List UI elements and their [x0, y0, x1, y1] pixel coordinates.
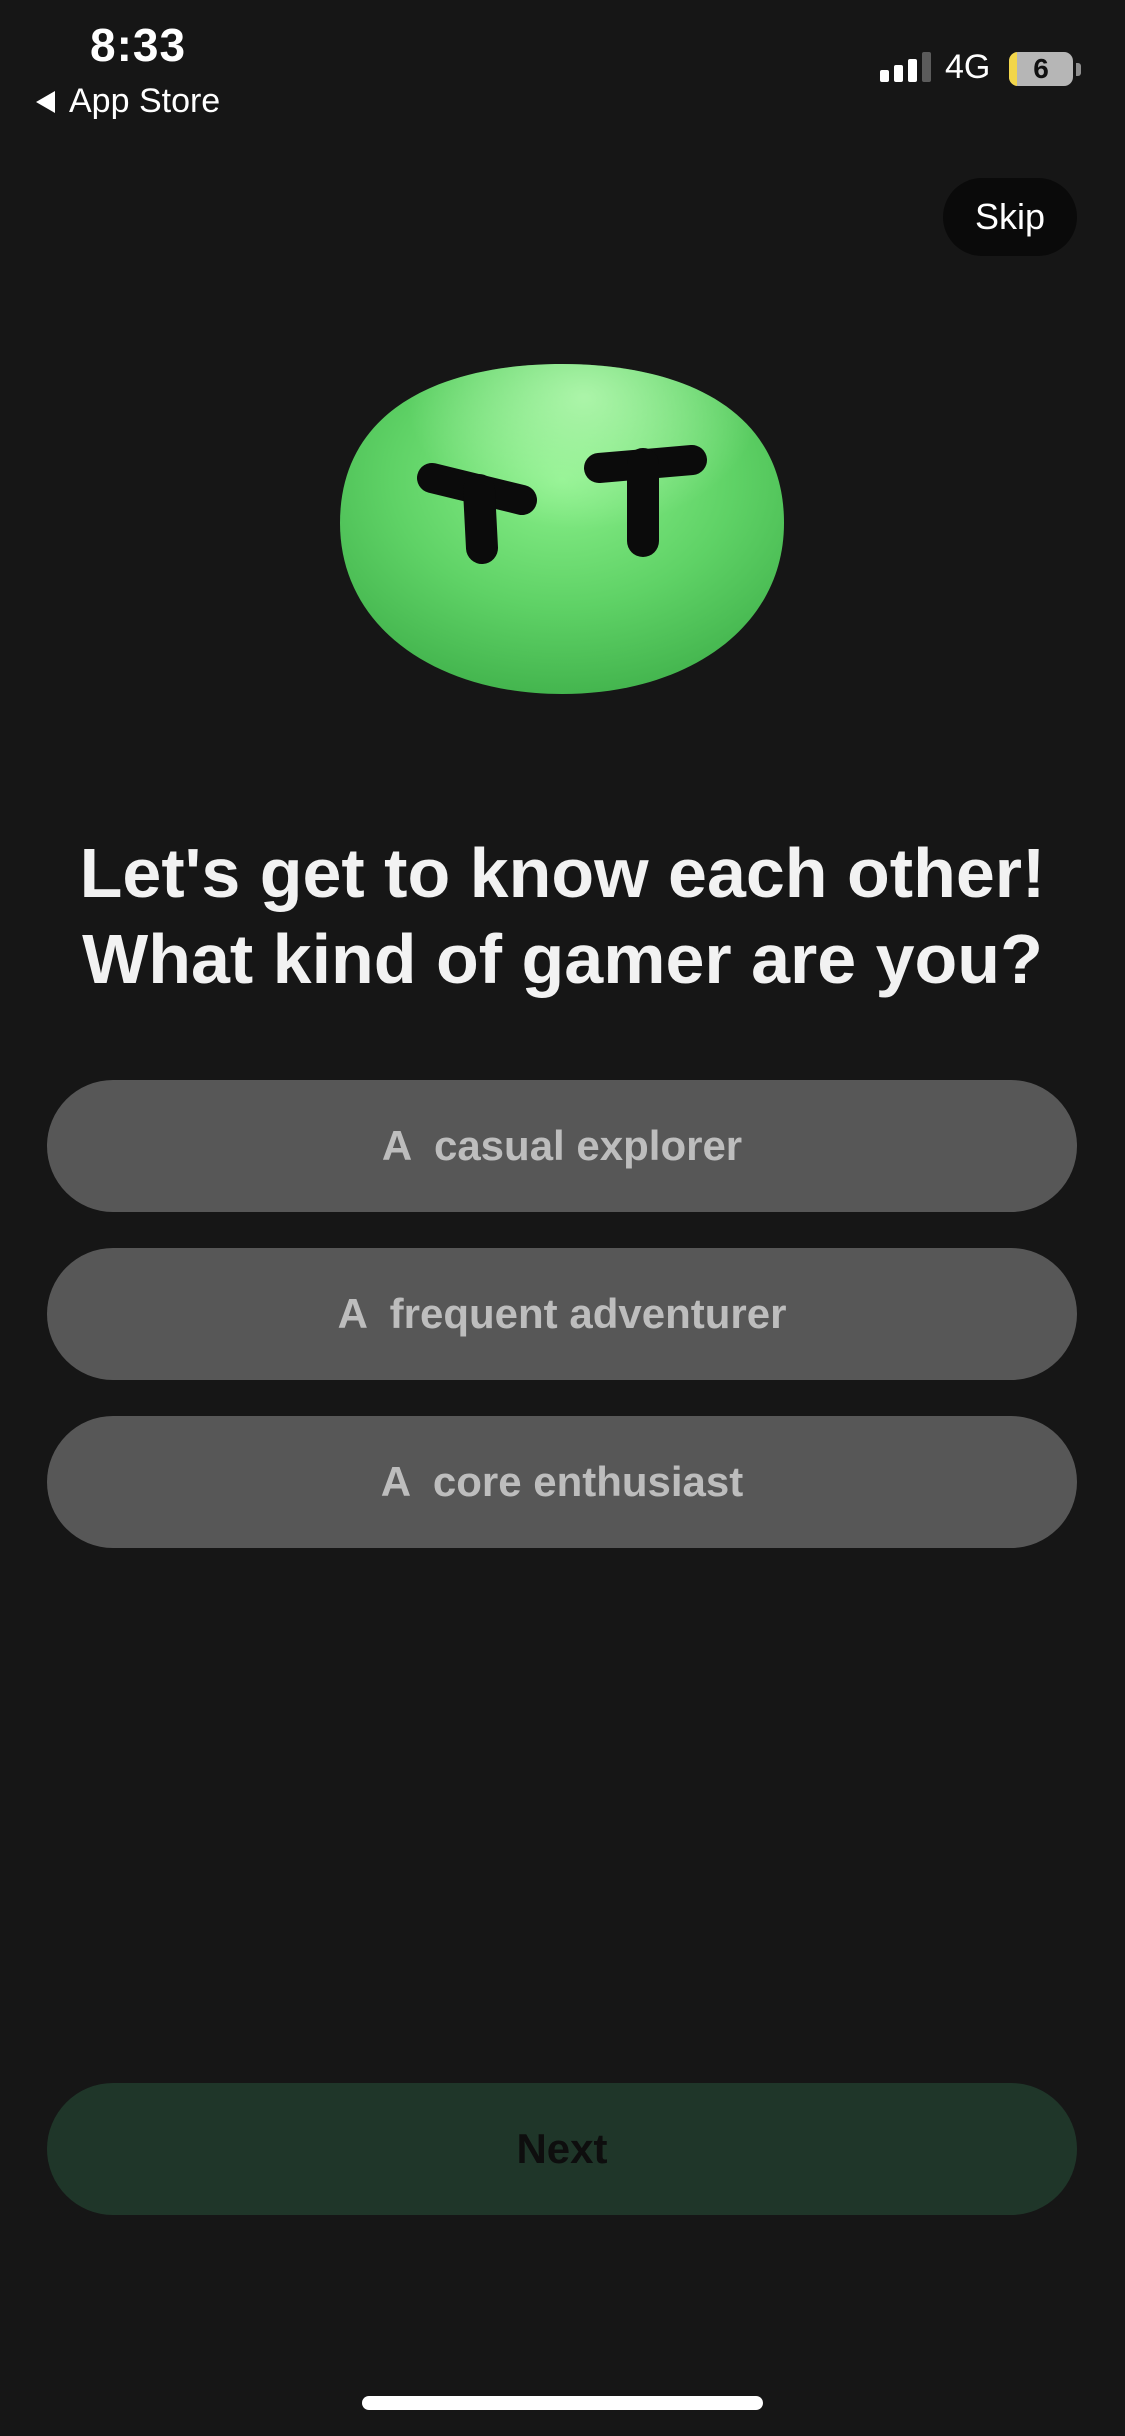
back-to-app-store-label: App Store	[69, 82, 221, 120]
title-line-1: Let's get to know each other!	[79, 834, 1046, 912]
battery-tip	[1076, 63, 1081, 76]
next-button[interactable]: Next	[47, 2083, 1077, 2215]
battery-level: 6	[1033, 53, 1049, 84]
network-type: 4G	[945, 48, 991, 86]
option-frequent-adventurer[interactable]: A frequent adventurer	[47, 1248, 1077, 1380]
status-time: 8:33	[90, 19, 187, 71]
option-core-enthusiast[interactable]: A core enthusiast	[47, 1416, 1077, 1548]
back-to-app-store-button[interactable]: App Store	[36, 82, 220, 121]
home-indicator[interactable]	[362, 2396, 763, 2410]
option-casual-explorer[interactable]: A casual explorer	[47, 1080, 1077, 1212]
cellular-signal-icon	[880, 52, 931, 82]
back-arrow-icon	[36, 90, 55, 113]
skip-button[interactable]: Skip	[943, 178, 1077, 256]
battery-icon: 6	[1009, 52, 1073, 86]
green-blob-face-icon	[340, 364, 784, 694]
page-title: Let's get to know each other! What kind …	[0, 830, 1125, 1002]
title-line-2: What kind of gamer are you?	[82, 920, 1043, 998]
